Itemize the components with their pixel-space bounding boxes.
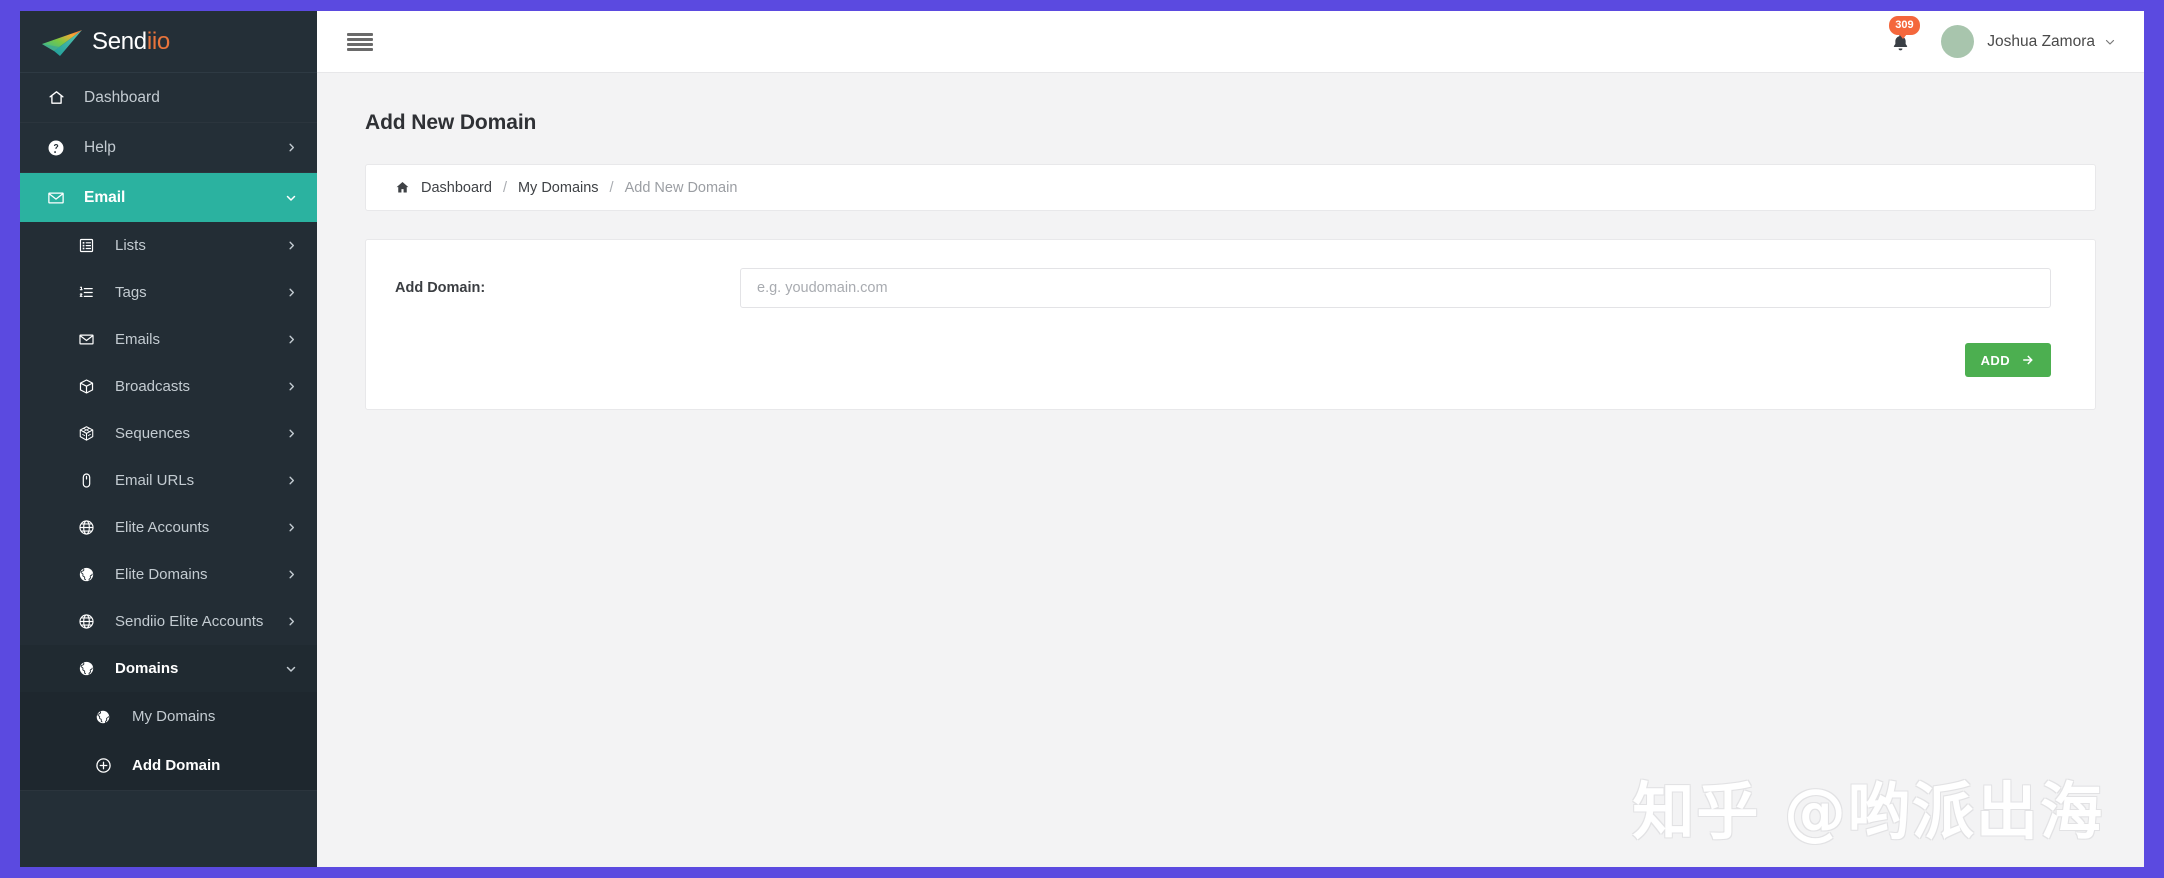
watermark-text: 知乎 @哟派出海 — [1632, 775, 2104, 848]
breadcrumb-item-dashboard[interactable]: Dashboard — [421, 180, 492, 196]
paper-plane-icon — [42, 29, 82, 56]
chevron-right-icon — [286, 287, 297, 298]
divider — [20, 790, 317, 791]
brand-name: Sendiio — [92, 28, 170, 56]
chevron-right-icon — [286, 428, 297, 439]
add-button[interactable]: ADD — [1964, 343, 2051, 377]
add-button-label: ADD — [1980, 352, 2010, 368]
cube-icon — [75, 378, 97, 395]
breadcrumb: Dashboard / My Domains / Add New Domain — [365, 164, 2096, 211]
sidebar-item-label: Elite Domains — [115, 566, 208, 583]
breadcrumb-item-my-domains[interactable]: My Domains — [518, 180, 599, 196]
globe-americas-icon — [75, 566, 97, 583]
chevron-right-icon — [286, 381, 297, 392]
form-actions: ADD — [395, 343, 2051, 377]
sidebar-item-emails[interactable]: Emails — [20, 316, 317, 363]
chevron-right-icon — [286, 240, 297, 251]
chevron-right-icon — [286, 569, 297, 580]
chevron-right-icon — [286, 616, 297, 627]
sidebar-item-dashboard[interactable]: Dashboard — [20, 73, 317, 122]
chevron-down-icon — [285, 192, 297, 204]
main-area: 309 Joshua Zamora Add New Domain Dashboa… — [317, 11, 2144, 867]
sidebar-item-email-urls[interactable]: Email URLs — [20, 457, 317, 504]
sidebar-item-label: Domains — [115, 660, 179, 677]
globe-grid-icon — [75, 613, 97, 630]
chevron-right-icon — [286, 142, 297, 153]
user-name: Joshua Zamora — [1987, 32, 2095, 50]
envelope-icon — [45, 189, 67, 207]
sidebar: Sendiio Dashboard Help Email Lists Tags … — [20, 11, 317, 867]
sidebar-item-label: Email — [84, 188, 126, 206]
sidebar-item-label: Elite Accounts — [115, 519, 210, 536]
user-menu[interactable]: Joshua Zamora — [1941, 25, 2116, 58]
sidebar-item-lists[interactable]: Lists — [20, 222, 317, 269]
sidebar-item-add-domain[interactable]: Add Domain — [20, 741, 317, 790]
sidebar-item-my-domains[interactable]: My Domains — [20, 692, 317, 741]
sidebar-item-tags[interactable]: Tags — [20, 269, 317, 316]
sidebar-item-label: Sendiio Elite Accounts — [115, 613, 264, 630]
topbar: 309 Joshua Zamora — [317, 11, 2144, 73]
domain-input[interactable] — [740, 268, 2051, 308]
plus-circle-icon — [92, 757, 114, 774]
chevron-down-icon — [2104, 36, 2116, 48]
sidebar-item-label: Dashboard — [84, 88, 160, 106]
envelope-open-icon — [75, 331, 97, 348]
sidebar-item-broadcasts[interactable]: Broadcasts — [20, 363, 317, 410]
home-icon — [45, 89, 67, 106]
breadcrumb-item-current: Add New Domain — [624, 179, 738, 196]
sidebar-nav: Dashboard Help Email Lists Tags Emails B… — [20, 73, 317, 867]
sidebar-item-label: Lists — [115, 237, 146, 254]
sidebar-item-label: Help — [84, 138, 116, 156]
breadcrumb-separator: / — [609, 179, 614, 196]
notifications-button[interactable]: 309 — [1883, 15, 1920, 59]
brand-logo-area[interactable]: Sendiio — [20, 11, 317, 73]
notification-count-badge: 309 — [1889, 15, 1920, 39]
sidebar-item-label: Broadcasts — [115, 378, 191, 395]
sidebar-item-sendiio-elite-accounts[interactable]: Sendiio Elite Accounts — [20, 598, 317, 645]
sidebar-item-label: Sequences — [115, 425, 191, 442]
sidebar-item-sequences[interactable]: Sequences — [20, 410, 317, 457]
brand-name-primary: Send — [92, 27, 147, 55]
form-row-domain: Add Domain: — [395, 268, 2051, 308]
sidebar-item-label: Tags — [115, 284, 147, 301]
arrow-right-icon — [2023, 355, 2033, 365]
home-icon — [395, 180, 410, 195]
sidebar-item-elite-accounts[interactable]: Elite Accounts — [20, 504, 317, 551]
breadcrumb-separator: / — [502, 179, 507, 196]
content-area: Add New Domain Dashboard / My Domains / … — [317, 73, 2144, 867]
chevron-right-icon — [286, 522, 297, 533]
add-domain-form: Add Domain: ADD — [365, 239, 2096, 410]
list-box-icon — [75, 237, 97, 254]
sidebar-item-elite-domains[interactable]: Elite Domains — [20, 551, 317, 598]
chevron-down-icon — [285, 663, 297, 675]
sidebar-item-label: Emails — [115, 331, 161, 348]
ordered-list-icon — [75, 284, 97, 301]
cubes-icon — [75, 425, 97, 442]
chevron-right-icon — [286, 334, 297, 345]
hamburger-icon[interactable] — [347, 31, 373, 53]
brand-name-accent: iio — [146, 27, 170, 55]
page-title: Add New Domain — [365, 111, 537, 134]
sidebar-item-label: Email URLs — [115, 472, 195, 489]
mouse-icon — [75, 472, 97, 489]
sidebar-item-email[interactable]: Email — [20, 173, 317, 222]
sidebar-item-label: My Domains — [132, 708, 216, 725]
add-domain-label: Add Domain: — [395, 280, 486, 296]
sidebar-item-domains[interactable]: Domains — [20, 645, 317, 692]
globe-americas-icon — [92, 709, 114, 725]
app-window: Sendiio Dashboard Help Email Lists Tags … — [20, 11, 2144, 867]
avatar — [1941, 25, 1975, 58]
question-circle-icon — [45, 139, 67, 157]
globe-grid-icon — [75, 519, 97, 536]
chevron-right-icon — [286, 475, 297, 486]
sidebar-item-label: Add Domain — [132, 757, 221, 774]
sidebar-item-help[interactable]: Help — [20, 123, 317, 172]
globe-americas-icon — [75, 660, 97, 677]
